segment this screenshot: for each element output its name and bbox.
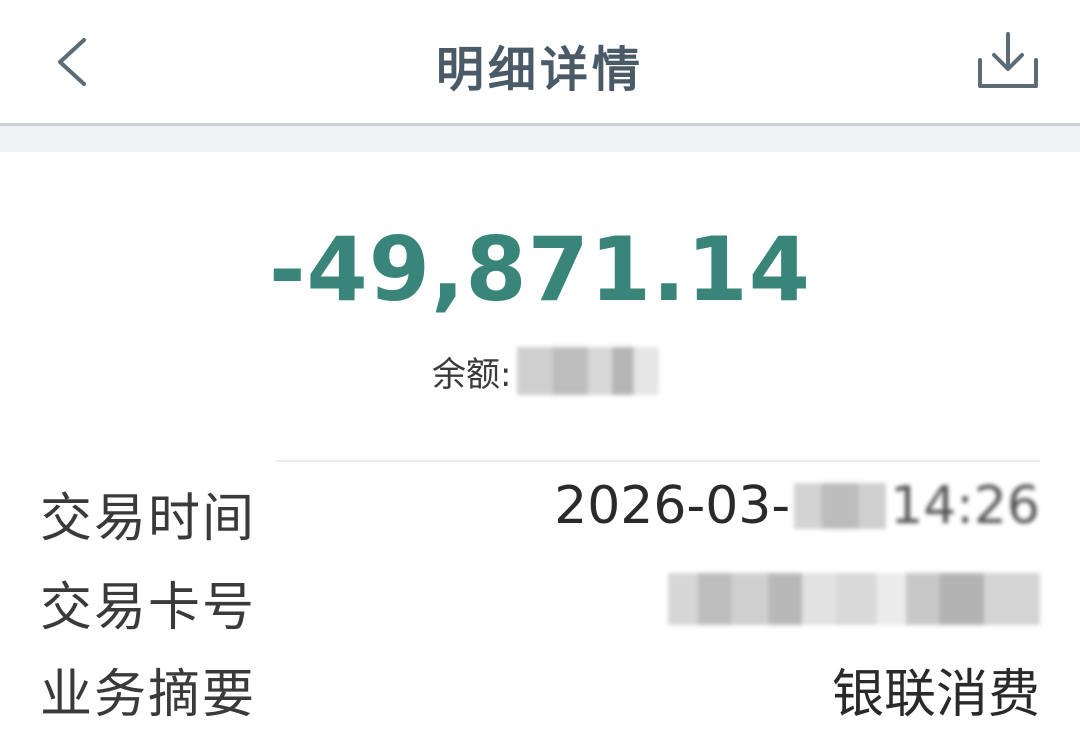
detail-label-card: 交易卡号 <box>40 578 257 638</box>
section-separator <box>0 126 1080 152</box>
balance-value-redacted <box>517 347 660 395</box>
time-clock: 14:26 <box>890 476 1040 536</box>
transaction-amount: -49,871.14 <box>269 218 811 321</box>
download-icon[interactable] <box>975 30 1041 92</box>
balance-line: 余额: <box>432 346 660 396</box>
detail-label-summary: 业务摘要 <box>40 665 257 725</box>
divider <box>276 460 1040 462</box>
detail-label-time: 交易时间 <box>40 489 257 549</box>
detail-value-time: 2026-03- 14:26 <box>554 476 1040 536</box>
detail-row-time: 交易时间 2026-03- 14:26 <box>40 476 1040 549</box>
top-navigation-bar: 明细详情 <box>0 0 1080 126</box>
detail-row-summary: 业务摘要 银联消费 <box>40 652 1040 725</box>
detail-value-summary: 银联消费 <box>831 665 1040 725</box>
detail-value-card <box>668 565 1040 638</box>
time-day-redacted <box>794 483 887 529</box>
page-title: 明细详情 <box>435 42 644 98</box>
card-number-redacted <box>668 573 1040 625</box>
time-date-prefix: 2026-03- <box>554 476 791 536</box>
balance-label: 余额: <box>432 354 512 395</box>
detail-row-card: 交易卡号 <box>40 565 1040 638</box>
